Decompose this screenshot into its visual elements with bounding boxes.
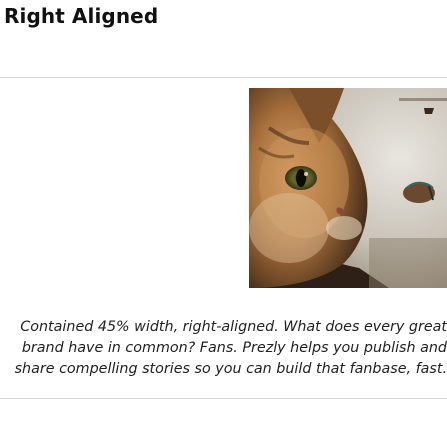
section-heading: Right Aligned [4,4,159,28]
divider-bottom [0,398,447,399]
image-caption: Contained 45% width, right-aligned. What… [14,319,447,377]
divider-top [0,77,447,78]
cat-photo [249,88,447,288]
